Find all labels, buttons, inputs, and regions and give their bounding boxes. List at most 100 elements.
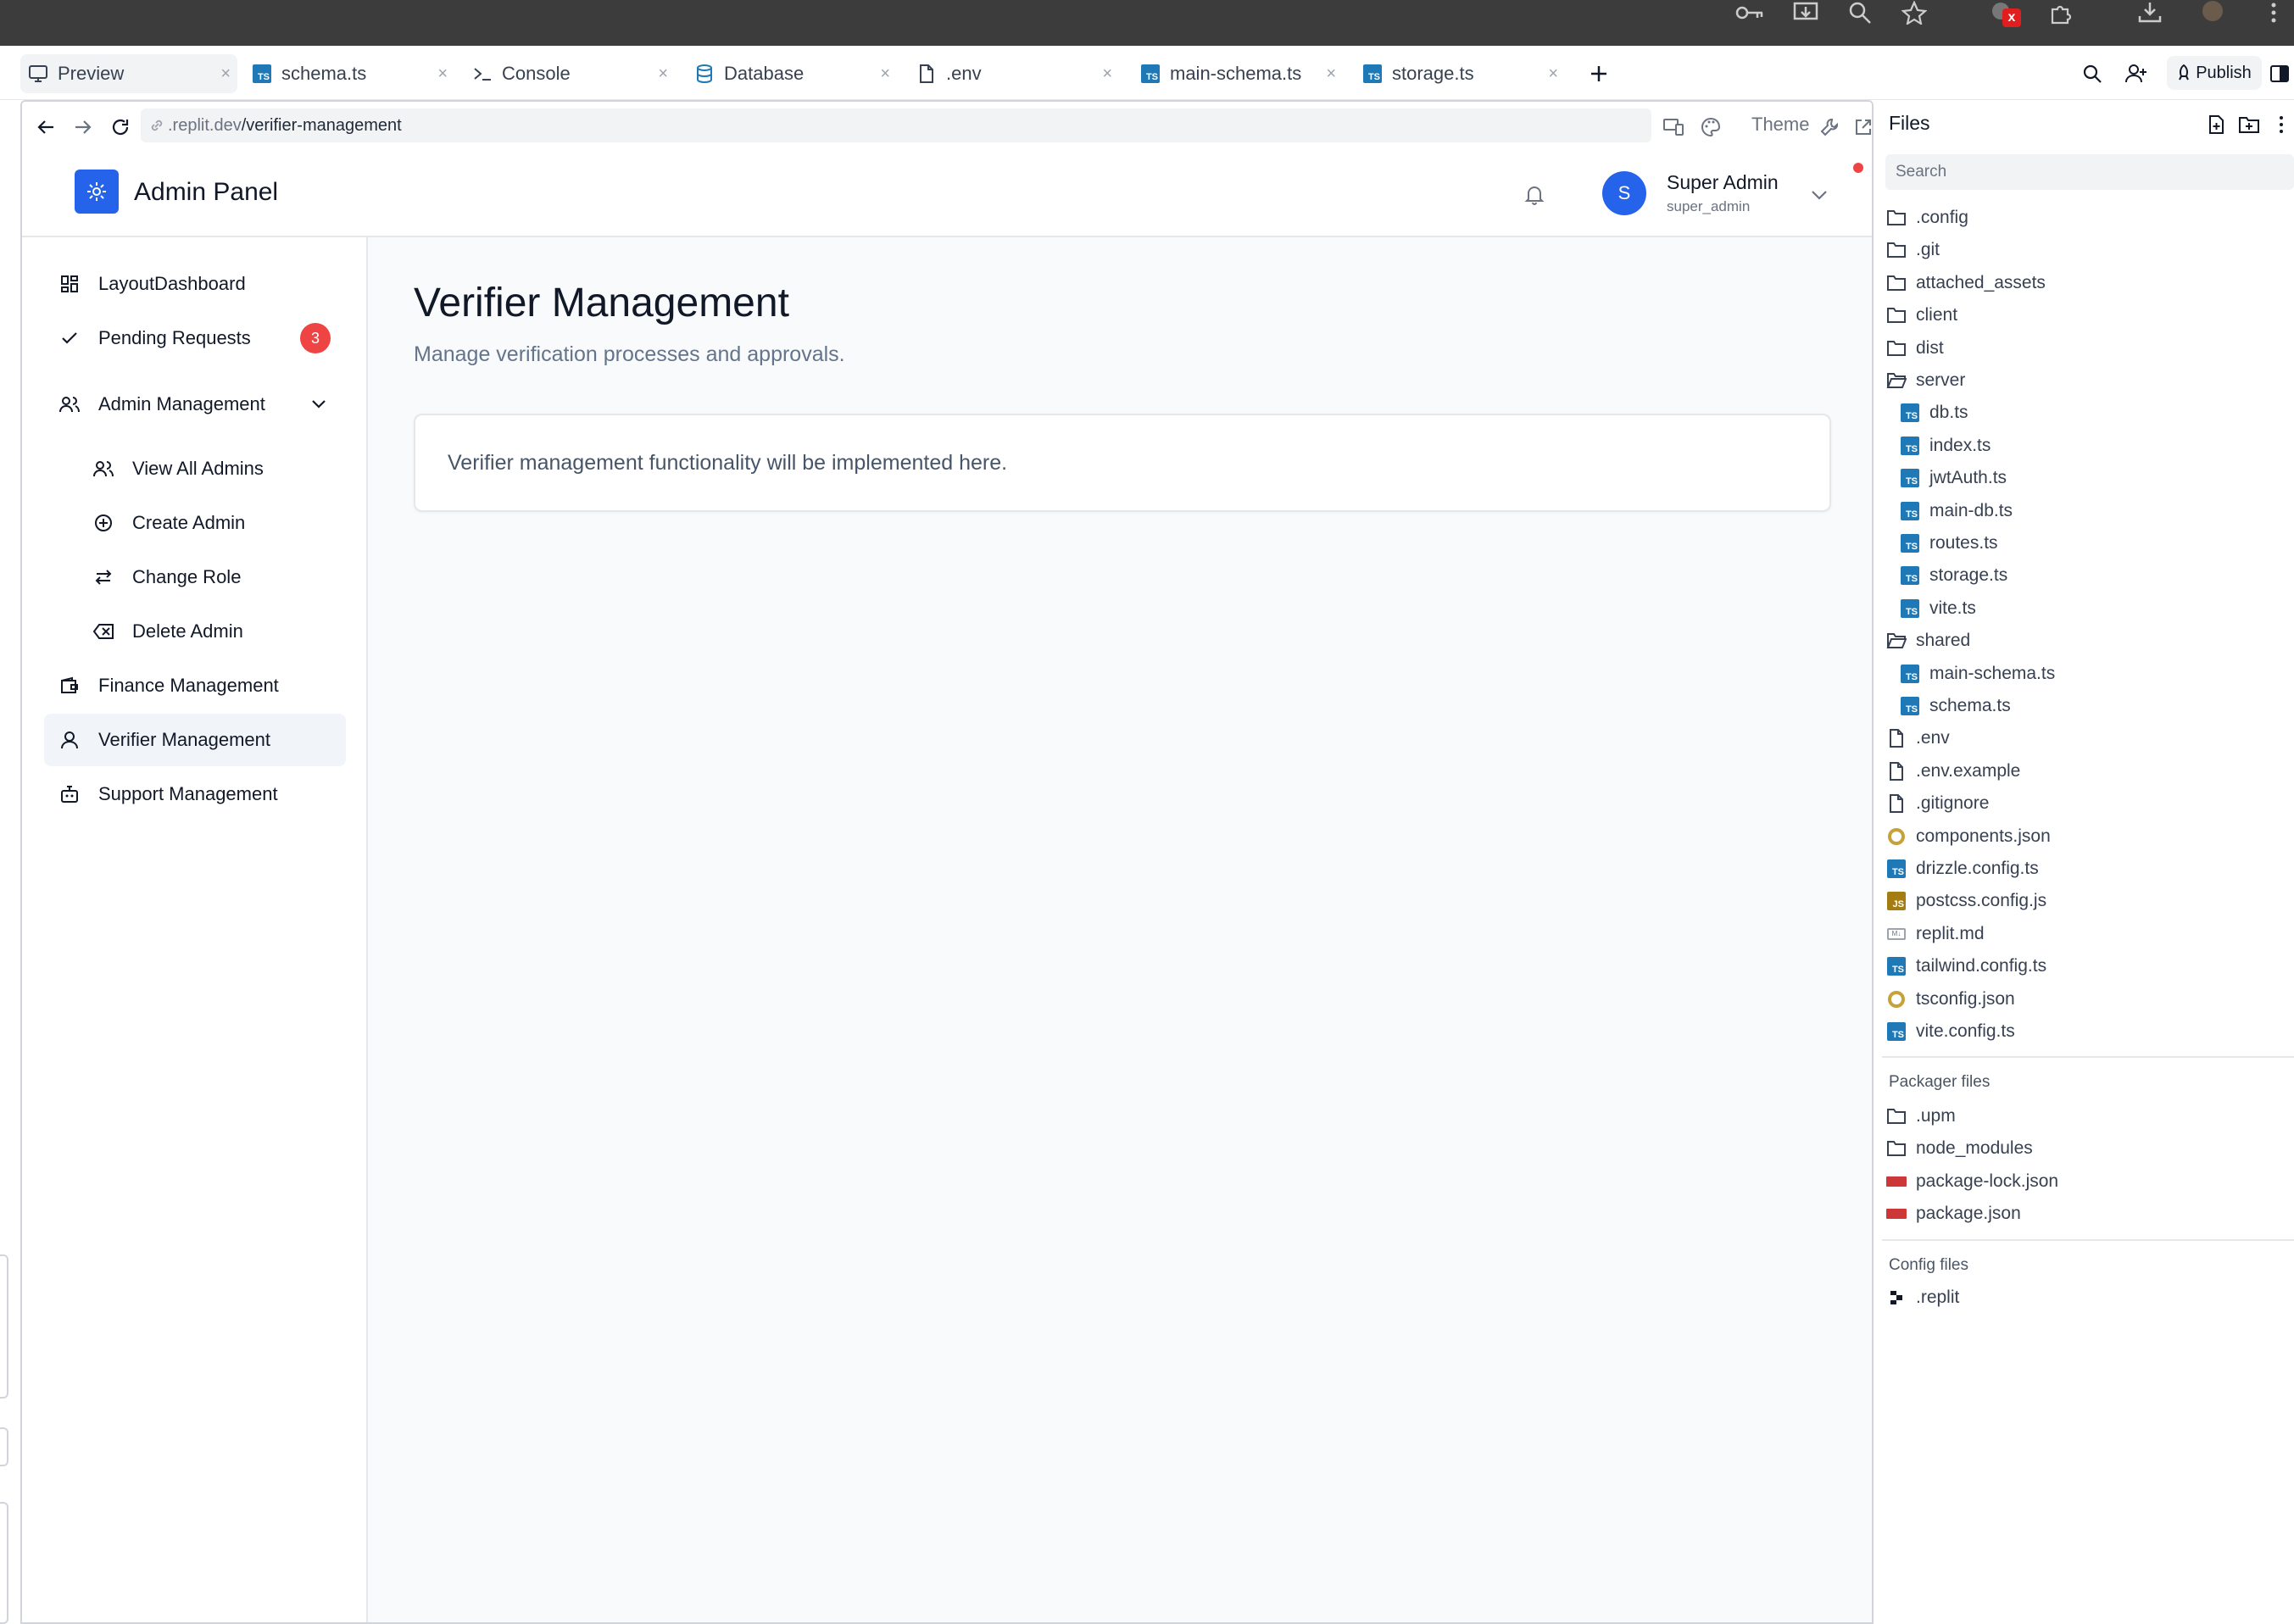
close-icon[interactable]: × (1548, 64, 1558, 84)
sidebar-item-finance-management[interactable]: Finance Management (44, 659, 346, 712)
tab-label: storage.ts (1392, 63, 1474, 84)
file-tree-item[interactable]: JS postcss.config.js (1885, 887, 2046, 915)
file-tree-item[interactable]: M↓ replit.md (1885, 920, 1985, 948)
download-icon[interactable] (2130, 0, 2170, 25)
theme-button[interactable]: Theme (1751, 114, 1809, 136)
sidebar-item-admin-management[interactable]: Admin Management (44, 378, 346, 431)
files-search-input[interactable]: Search (1885, 154, 2294, 190)
profile-avatar-icon[interactable] (2192, 0, 2233, 25)
tab-schema-ts[interactable]: TS schema.ts × (251, 54, 454, 93)
file-icon (1885, 727, 1907, 749)
back-arrow-icon[interactable] (32, 114, 59, 141)
bell-icon[interactable] (1517, 178, 1551, 212)
avatar[interactable]: S (1602, 171, 1646, 215)
file-tree-item[interactable]: TS schema.ts (1899, 692, 2011, 720)
file-name: .env.example (1916, 760, 2021, 781)
plus-circle-icon (92, 511, 115, 535)
file-tree-item[interactable]: TS drizzle.config.ts (1885, 854, 2039, 883)
chevron-down-icon[interactable] (307, 392, 331, 416)
sidebar-item-view-all-admins[interactable]: View All Admins (44, 442, 346, 495)
file-tree-item[interactable]: TS main-schema.ts (1899, 659, 2055, 688)
file-tree-item[interactable]: components.json (1885, 822, 2051, 851)
file-tree-item[interactable]: client (1885, 301, 1957, 330)
file-tree-item[interactable]: TS vite.config.ts (1885, 1017, 2015, 1046)
sidebar-item-dashboard[interactable]: LayoutDashboard (44, 258, 346, 310)
tab-main-schema-ts[interactable]: TS main-schema.ts × (1139, 54, 1343, 93)
new-file-icon[interactable] (2204, 112, 2230, 137)
file-tree-item[interactable]: TS vite.ts (1899, 594, 1976, 623)
file-tree-item[interactable]: TS routes.ts (1899, 529, 1998, 558)
close-icon[interactable]: × (1102, 64, 1112, 84)
sidebar-item-verifier-management[interactable]: Verifier Management (44, 714, 346, 766)
users-icon (92, 457, 115, 481)
file-tree-item[interactable]: package-lock.json (1885, 1167, 2058, 1196)
chevron-down-icon[interactable] (1807, 183, 1831, 207)
file-tree-item[interactable]: .upm (1885, 1102, 1956, 1131)
file-name: .upm (1916, 1106, 1956, 1126)
file-tree-item[interactable]: TS index.ts (1899, 431, 1991, 460)
file-tree-item[interactable]: .env.example (1885, 757, 2020, 786)
reload-icon[interactable] (107, 114, 134, 141)
file-tree-item[interactable]: .gitignore (1885, 789, 1989, 818)
sidebar-item-label: Create Admin (132, 512, 246, 533)
tab-database[interactable]: Database × (693, 54, 897, 93)
close-icon[interactable]: × (658, 64, 668, 84)
open-external-icon[interactable] (1850, 114, 1872, 141)
tab-console[interactable]: Console × (471, 54, 675, 93)
browser-toolbar: x (0, 0, 2294, 46)
close-icon[interactable]: × (1326, 64, 1336, 84)
bookmark-star-icon[interactable] (1894, 0, 1935, 25)
tab-env[interactable]: .env × (916, 54, 1119, 93)
sidebar-item-pending-requests[interactable]: Pending Requests 3 (44, 312, 346, 364)
file-tree-item[interactable]: tsconfig.json (1885, 985, 2015, 1014)
sidebar-item-delete-admin[interactable]: Delete Admin (44, 605, 346, 658)
file-tree-item[interactable]: attached_assets (1885, 269, 2046, 298)
tab-preview[interactable]: Preview × (20, 54, 237, 93)
puzzle-icon[interactable] (2041, 0, 2082, 25)
wrench-icon[interactable] (1816, 114, 1843, 141)
sidebar-item-change-role[interactable]: Change Role (44, 551, 346, 603)
close-icon[interactable]: × (437, 64, 448, 84)
typescript-file-icon: TS (1899, 467, 1921, 489)
typescript-file-icon: TS (1899, 695, 1921, 717)
new-folder-icon[interactable] (2236, 112, 2262, 137)
file-tree-item[interactable]: TS storage.ts (1899, 561, 2007, 590)
file-icon (1885, 760, 1907, 782)
file-tree-item[interactable]: .env (1885, 724, 1950, 753)
file-tree-item[interactable]: .git (1885, 236, 1940, 264)
file-tree-item[interactable]: TS main-db.ts (1899, 497, 2013, 526)
invite-user-icon[interactable] (2119, 54, 2153, 93)
install-app-icon[interactable] (1785, 0, 1826, 25)
settings-gear-logo-icon[interactable] (75, 170, 119, 214)
sidebar-item-support-management[interactable]: Support Management (44, 768, 346, 820)
search-icon[interactable] (2075, 54, 2109, 93)
new-tab-button[interactable] (1582, 54, 1616, 93)
file-tree-item[interactable]: TS db.ts (1899, 398, 1968, 427)
close-icon[interactable]: × (220, 64, 231, 84)
user-icon (58, 728, 81, 752)
file-tree-item[interactable]: package.json (1885, 1199, 2021, 1228)
file-tree-item[interactable]: .replit (1885, 1283, 1959, 1312)
sidebar-item-create-admin[interactable]: Create Admin (44, 497, 346, 549)
file-tree-item[interactable]: TS jwtAuth.ts (1899, 464, 2007, 492)
forward-arrow-icon[interactable] (70, 114, 97, 141)
devices-icon[interactable] (1660, 114, 1687, 141)
file-tree-item[interactable]: dist (1885, 334, 1944, 363)
kebab-menu-icon[interactable] (2253, 0, 2294, 25)
palette-icon[interactable] (1697, 114, 1724, 141)
file-tree-item[interactable]: shared (1885, 626, 1970, 655)
publish-button[interactable]: Publish (2167, 56, 2262, 90)
key-icon[interactable] (1729, 0, 1770, 25)
url-input[interactable]: .replit.dev/verifier-management (141, 108, 1651, 142)
file-tree-item[interactable]: .config (1885, 203, 1968, 232)
toggle-sidebar-icon[interactable] (2265, 54, 2294, 93)
file-tree-item[interactable]: server (1885, 366, 1965, 395)
tab-storage-ts[interactable]: TS storage.ts × (1361, 54, 1565, 93)
zoom-icon[interactable] (1840, 0, 1880, 25)
file-tree-item[interactable]: TS tailwind.config.ts (1885, 952, 2046, 981)
preview-url-bar: .replit.dev/verifier-management Theme (22, 102, 1872, 153)
close-icon[interactable]: × (880, 64, 890, 84)
kebab-menu-icon[interactable] (2269, 112, 2294, 137)
typescript-file-icon: TS (1899, 435, 1921, 457)
file-tree-item[interactable]: node_modules (1885, 1134, 2033, 1163)
